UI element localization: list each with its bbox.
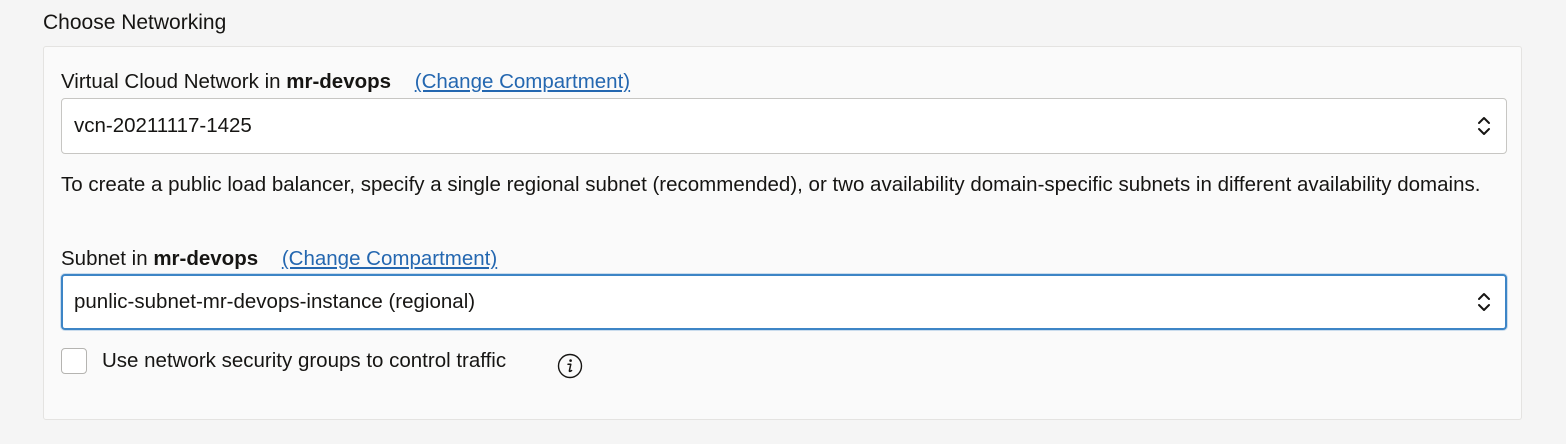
vcn-label-prefix: Virtual Cloud Network in <box>61 70 281 93</box>
vcn-compartment-name: mr-devops <box>286 70 392 93</box>
subnet-change-compartment-link[interactable]: (Change Compartment) <box>282 247 497 270</box>
subnet-selected-value: punlic-subnet-mr-devops-instance (region… <box>74 290 476 313</box>
nsg-checkbox[interactable] <box>61 348 87 374</box>
subnet-label-prefix: Subnet in <box>61 247 148 270</box>
networking-panel: Virtual Cloud Network in mr-devops (Chan… <box>43 46 1522 420</box>
vcn-select[interactable]: vcn-20211117-1425 <box>61 98 1507 154</box>
subnet-label: Subnet in mr-devops (Change Compartment) <box>61 246 497 272</box>
info-icon[interactable] <box>557 353 583 379</box>
vcn-change-compartment-link[interactable]: (Change Compartment) <box>415 70 630 93</box>
nsg-checkbox-label[interactable]: Use network security groups to control t… <box>102 348 506 374</box>
subnet-compartment-name: mr-devops <box>153 247 259 270</box>
subnet-select[interactable]: punlic-subnet-mr-devops-instance (region… <box>61 274 1507 330</box>
subnet-help-text: To create a public load balancer, specif… <box>61 173 1481 196</box>
chevron-up-down-icon <box>1478 117 1490 135</box>
chevron-up-down-icon <box>1478 293 1490 311</box>
vcn-label: Virtual Cloud Network in mr-devops (Chan… <box>61 69 630 95</box>
section-title: Choose Networking <box>43 11 227 34</box>
vcn-selected-value: vcn-20211117-1425 <box>74 114 252 137</box>
